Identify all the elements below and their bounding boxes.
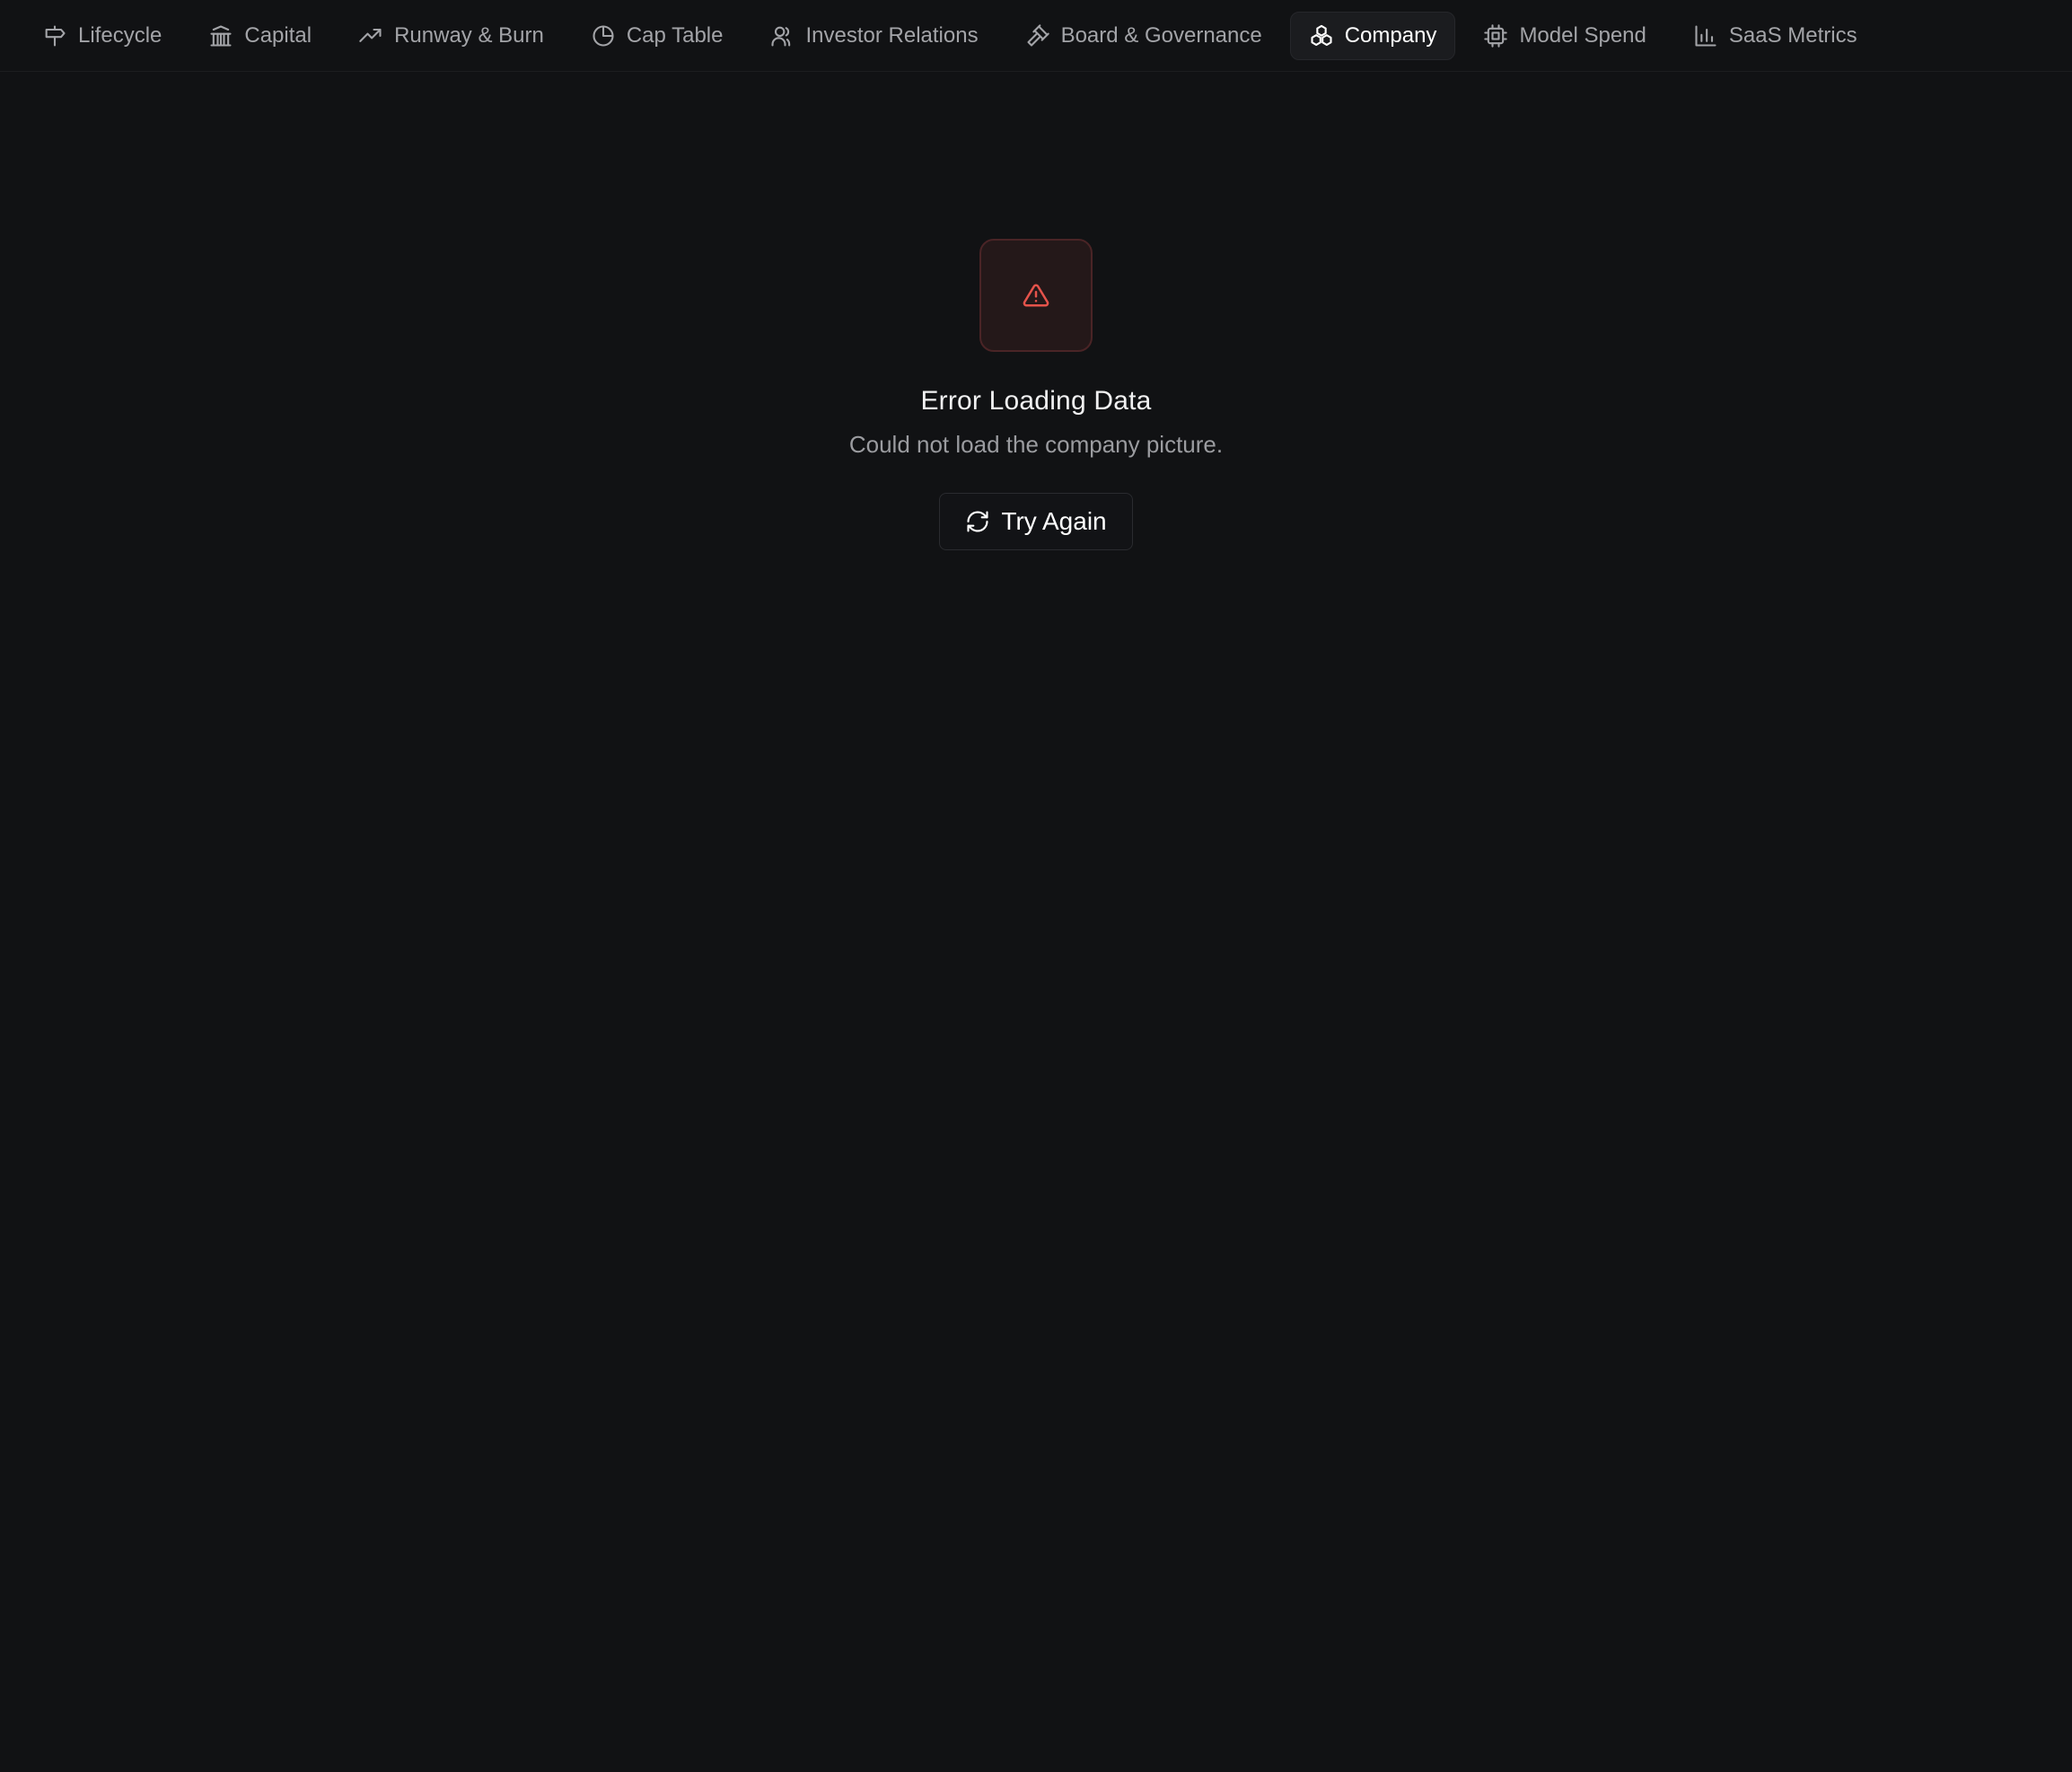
tab-label: Model Spend — [1519, 22, 1646, 48]
tab-label: Capital — [244, 22, 312, 48]
error-icon-box — [979, 239, 1093, 352]
alert-triangle-icon — [1023, 282, 1049, 309]
gavel-icon — [1025, 23, 1050, 48]
refresh-icon — [965, 509, 990, 534]
boxes-icon — [1309, 23, 1334, 48]
tab-label: SaaS Metrics — [1728, 22, 1857, 48]
tab-label: Company — [1344, 22, 1437, 48]
tab-cap-table[interactable]: Cap Table — [572, 12, 742, 60]
tab-capital[interactable]: Capital — [189, 12, 330, 60]
error-state: Error Loading Data Could not load the co… — [0, 239, 2072, 550]
tab-company[interactable]: Company — [1289, 11, 1456, 60]
tab-model-spend[interactable]: Model Spend — [1464, 12, 1664, 60]
tab-investor-relations[interactable]: Investor Relations — [751, 12, 996, 60]
top-nav: Lifecycle Capital Runway & Burn Cap Tabl… — [0, 0, 2072, 72]
tab-runway-burn[interactable]: Runway & Burn — [339, 12, 563, 60]
tab-label: Runway & Burn — [394, 22, 544, 48]
cpu-icon — [1483, 23, 1508, 48]
tab-label: Lifecycle — [78, 22, 162, 48]
signpost-icon — [42, 23, 67, 48]
users-icon — [769, 23, 795, 48]
try-again-button[interactable]: Try Again — [939, 493, 1133, 550]
try-again-label: Try Again — [1001, 507, 1107, 535]
tab-saas-metrics[interactable]: SaaS Metrics — [1674, 12, 1876, 60]
bank-icon — [208, 23, 233, 48]
tab-label: Board & Governance — [1060, 22, 1262, 48]
bar-chart-icon — [1693, 23, 1718, 48]
error-message: Could not load the company picture. — [848, 431, 1224, 458]
error-title: Error Loading Data — [920, 386, 1152, 416]
pie-chart-icon — [591, 23, 616, 48]
trending-up-icon — [358, 23, 383, 48]
tab-lifecycle[interactable]: Lifecycle — [23, 12, 180, 60]
tab-label: Cap Table — [626, 22, 724, 48]
tab-label: Investor Relations — [805, 22, 979, 48]
tab-board-governance[interactable]: Board & Governance — [1006, 12, 1281, 60]
